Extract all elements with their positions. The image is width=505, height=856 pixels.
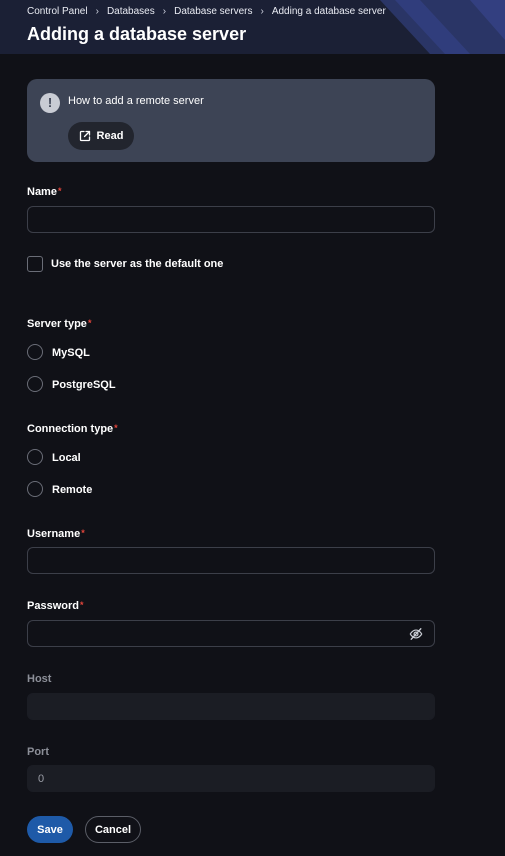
- name-input[interactable]: [27, 206, 435, 233]
- required-mark: *: [81, 528, 85, 538]
- name-label: Name*: [27, 186, 61, 198]
- read-button-label: Read: [96, 130, 124, 142]
- eye-off-icon[interactable]: [409, 627, 423, 641]
- chevron-right-icon: ›: [162, 6, 167, 17]
- connection-type-label: Connection type*: [27, 423, 118, 435]
- server-type-label-text: Server type: [27, 318, 87, 330]
- username-input[interactable]: [27, 547, 435, 574]
- radio-postgresql-label[interactable]: PostgreSQL: [52, 379, 116, 391]
- required-mark: *: [79, 600, 84, 610]
- username-label: Username*: [27, 528, 85, 540]
- default-server-label[interactable]: Use the server as the default one: [51, 258, 223, 270]
- username-label-text: Username: [27, 528, 81, 540]
- chevron-right-icon: ›: [260, 6, 264, 17]
- radio-local[interactable]: [27, 449, 43, 465]
- external-link-icon: [79, 130, 90, 142]
- chevron-right-icon: ›: [95, 6, 99, 17]
- password-label-text: Password: [27, 600, 79, 612]
- required-mark: *: [114, 423, 118, 433]
- radio-remote-label[interactable]: Remote: [52, 484, 92, 496]
- password-input[interactable]: [27, 620, 435, 647]
- breadcrumb-database-servers[interactable]: Database servers: [174, 6, 252, 17]
- exclamation-icon: !: [40, 93, 60, 113]
- breadcrumb: Control Panel › Databases › Database ser…: [27, 6, 386, 17]
- host-input: [27, 693, 435, 720]
- info-title: How to add a remote server: [68, 95, 204, 107]
- connection-type-label-text: Connection type: [27, 423, 114, 435]
- port-input: [27, 765, 435, 792]
- breadcrumb-databases[interactable]: Databases: [107, 6, 155, 17]
- name-label-text: Name: [27, 186, 57, 198]
- port-label: Port: [27, 746, 49, 758]
- cancel-button[interactable]: Cancel: [85, 816, 141, 843]
- page-title: Adding a database server: [27, 24, 247, 44]
- radio-local-label[interactable]: Local: [52, 452, 81, 464]
- breadcrumb-current: Adding a database server: [271, 6, 386, 17]
- server-type-label: Server type*: [27, 318, 91, 330]
- required-mark: *: [87, 318, 92, 328]
- breadcrumb-control-panel[interactable]: Control Panel: [27, 6, 88, 17]
- read-button[interactable]: Read: [68, 122, 134, 150]
- required-mark: *: [57, 186, 62, 196]
- radio-mysql-label[interactable]: MySQL: [52, 347, 90, 359]
- radio-remote[interactable]: [27, 481, 43, 497]
- radio-postgresql[interactable]: [27, 376, 43, 392]
- page-header: Control Panel › Databases › Database ser…: [0, 0, 505, 54]
- radio-mysql[interactable]: [27, 344, 43, 360]
- default-server-checkbox[interactable]: [27, 256, 43, 272]
- info-card: ! How to add a remote server Read: [27, 79, 435, 162]
- save-button[interactable]: Save: [27, 816, 73, 843]
- host-label: Host: [27, 673, 52, 685]
- password-label: Password*: [27, 600, 83, 612]
